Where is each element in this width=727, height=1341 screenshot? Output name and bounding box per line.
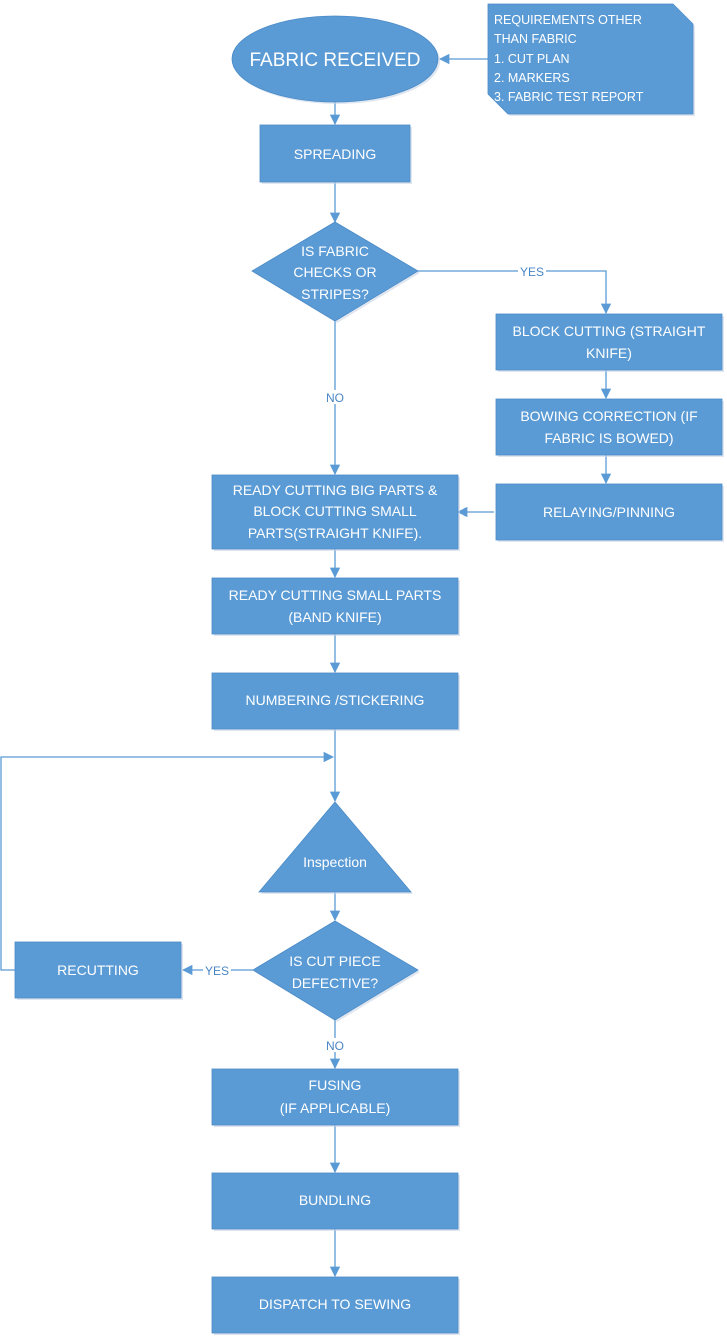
- svg-text:2. MARKERS: 2. MARKERS: [494, 71, 570, 85]
- svg-text:SPREADING: SPREADING: [294, 146, 376, 162]
- svg-text:(BAND KNIFE): (BAND KNIFE): [288, 609, 381, 625]
- flowchart-canvas: YES NO YES NO FABRIC RECEIVED REQUIREMEN…: [0, 3, 724, 1335]
- edge-label-checks-yes: YES: [518, 264, 546, 279]
- node-ready-cutting-small-parts: READY CUTTING SMALL PARTS (BAND KNIFE): [211, 577, 460, 636]
- svg-text:DEFECTIVE?: DEFECTIVE?: [292, 975, 379, 991]
- node-dispatch-to-sewing: DISPATCH TO SEWING: [211, 1276, 460, 1335]
- edge-label-defective-no: NO: [322, 1038, 348, 1053]
- svg-text:STRIPES?: STRIPES?: [301, 286, 369, 302]
- svg-text:BLOCK CUTTING SMALL: BLOCK CUTTING SMALL: [253, 503, 417, 519]
- node-fusing: FUSING (IF APPLICABLE): [211, 1068, 460, 1127]
- svg-text:BOWING CORRECTION (IF: BOWING CORRECTION (IF: [520, 408, 697, 424]
- svg-text:Inspection: Inspection: [303, 854, 367, 870]
- svg-text:RELAYING/PINNING: RELAYING/PINNING: [543, 504, 675, 520]
- svg-text:NO: NO: [326, 391, 344, 405]
- svg-text:FUSING: FUSING: [309, 1077, 362, 1093]
- edge-label-checks-no: NO: [322, 390, 348, 405]
- svg-text:READY CUTTING SMALL PARTS: READY CUTTING SMALL PARTS: [229, 587, 442, 603]
- svg-text:BUNDLING: BUNDLING: [299, 1192, 371, 1208]
- svg-text:FABRIC IS BOWED): FABRIC IS BOWED): [544, 430, 673, 446]
- svg-text:BLOCK CUTTING (STRAIGHT: BLOCK CUTTING (STRAIGHT: [513, 323, 706, 339]
- svg-text:REQUIREMENTS OTHER: REQUIREMENTS OTHER: [494, 13, 642, 27]
- edge-label-defective-yes: YES: [203, 963, 231, 978]
- svg-text:NO: NO: [326, 1039, 344, 1053]
- svg-text:YES: YES: [520, 265, 544, 279]
- svg-text:PARTS(STRAIGHT KNIFE).: PARTS(STRAIGHT KNIFE).: [248, 525, 422, 541]
- svg-text:YES: YES: [205, 964, 229, 978]
- svg-text:3. FABRIC TEST REPORT: 3. FABRIC TEST REPORT: [494, 90, 644, 104]
- svg-text:RECUTTING: RECUTTING: [57, 962, 139, 978]
- node-decision-defective: IS CUT PIECE DEFECTIVE?: [252, 920, 420, 1022]
- node-ready-cutting-big-parts: READY CUTTING BIG PARTS & BLOCK CUTTING …: [211, 474, 460, 551]
- node-bundling: BUNDLING: [211, 1172, 460, 1231]
- svg-text:KNIFE): KNIFE): [586, 345, 632, 361]
- node-numbering-stickering: NUMBERING /STICKERING: [211, 672, 460, 731]
- node-fabric-received: FABRIC RECEIVED: [231, 15, 440, 104]
- node-bowing-correction: BOWING CORRECTION (IF FABRIC IS BOWED): [495, 398, 724, 457]
- svg-text:(IF APPLICABLE): (IF APPLICABLE): [280, 1100, 390, 1116]
- svg-text:FABRIC RECEIVED: FABRIC RECEIVED: [249, 50, 420, 71]
- node-decision-checks-stripes: IS FABRIC CHECKS OR STRIPES?: [251, 221, 420, 323]
- svg-text:IS CUT PIECE: IS CUT PIECE: [289, 953, 381, 969]
- node-inspection: Inspection: [258, 801, 413, 894]
- svg-text:1. CUT PLAN: 1. CUT PLAN: [494, 52, 570, 66]
- svg-text:CHECKS OR: CHECKS OR: [293, 264, 376, 280]
- svg-text:READY CUTTING BIG PARTS &: READY CUTTING BIG PARTS &: [233, 482, 438, 498]
- svg-text:NUMBERING /STICKERING: NUMBERING /STICKERING: [246, 692, 425, 708]
- node-requirements-note: REQUIREMENTS OTHER THAN FABRIC 1. CUT PL…: [487, 3, 695, 116]
- svg-text:THAN FABRIC: THAN FABRIC: [494, 32, 577, 46]
- connector-decision-yes-to-block: [418, 270, 612, 315]
- node-relaying-pinning: RELAYING/PINNING: [495, 483, 724, 542]
- svg-text:DISPATCH TO SEWING: DISPATCH TO SEWING: [259, 1296, 411, 1312]
- svg-text:IS FABRIC: IS FABRIC: [301, 243, 369, 259]
- node-recutting: RECUTTING: [14, 941, 183, 1000]
- node-block-cutting: BLOCK CUTTING (STRAIGHT KNIFE): [495, 313, 724, 372]
- node-spreading: SPREADING: [259, 124, 412, 184]
